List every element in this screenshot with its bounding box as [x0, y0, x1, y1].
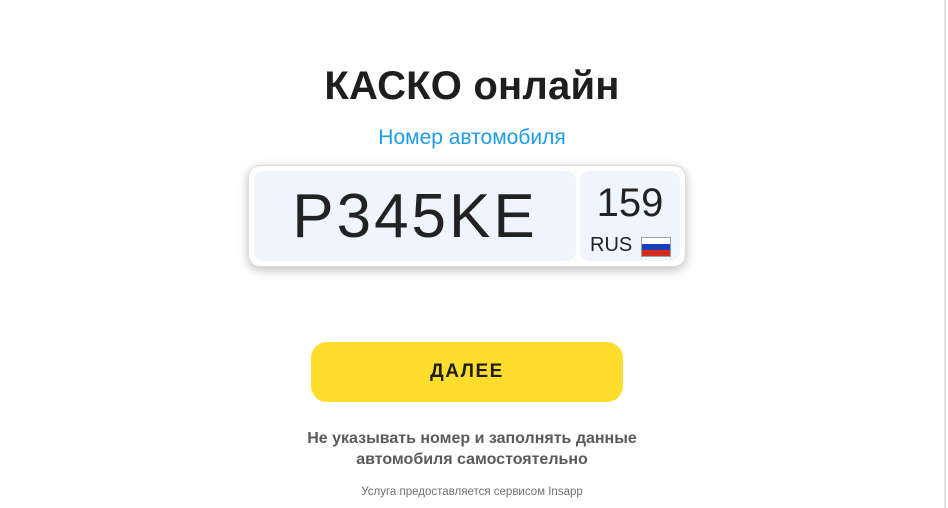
plate-region-box: RUS — [580, 171, 680, 261]
manual-entry-line-1: Не указывать номер и заполнять данные — [307, 430, 637, 447]
footer-note: Услуга предоставляется сервисом Insapp — [361, 486, 583, 498]
plate-country-label: RUS — [590, 234, 633, 256]
page-title: КАСКО онлайн — [324, 64, 620, 108]
plate-number-input[interactable] — [254, 171, 576, 261]
manual-entry-link[interactable]: Не указывать номер и заполнять данные ав… — [0, 428, 944, 470]
license-plate: RUS — [248, 165, 686, 267]
flag-stripe-red — [642, 250, 670, 256]
manual-entry-line-2: автомобиля самостоятельно — [356, 451, 588, 468]
plate-region-input[interactable] — [580, 181, 680, 226]
page: КАСКО онлайн Номер автомобиля RUS ДАЛЕЕ … — [0, 0, 946, 508]
plate-section-label: Номер автомобиля — [378, 126, 566, 149]
next-button[interactable]: ДАЛЕЕ — [311, 342, 623, 402]
russia-flag-icon — [641, 237, 671, 257]
